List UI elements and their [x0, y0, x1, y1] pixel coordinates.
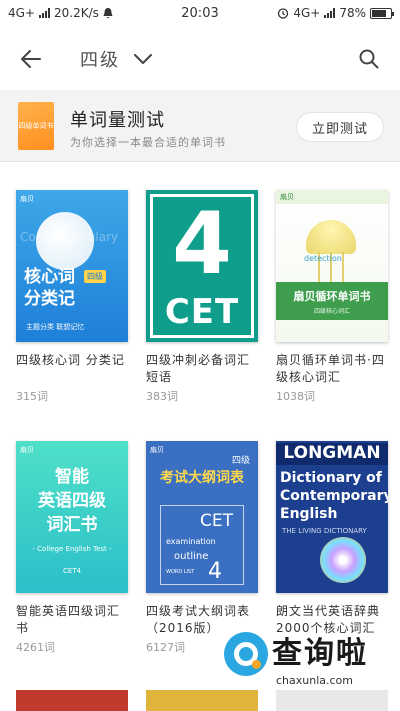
book-cover: 扇贝 Core Vocabulary 核心词 分类记 四级 主题分类 联想记忆: [16, 190, 128, 342]
cover-subtitle: 四级核心词汇: [313, 308, 350, 315]
page-title: 四级: [80, 50, 120, 71]
cover-main-text: 核心词 分类记: [24, 267, 75, 309]
cover-brand-tag: 扇贝: [150, 446, 164, 454]
vocab-test-subtitle: 为你选择一本最合适的单词书: [70, 136, 226, 149]
book-word-count: 4261词: [16, 641, 55, 654]
jellyfish-illustration: [306, 220, 356, 254]
level-selector[interactable]: 四级: [80, 44, 152, 74]
cover-level-badge: 四级: [84, 270, 106, 283]
cover-subtitle: - College English Test -: [32, 545, 112, 553]
book-card[interactable]: 扇贝 Core Vocabulary 核心词 分类记 四级 主题分类 联想记忆 …: [16, 190, 128, 404]
book-cover: 4 CET: [146, 190, 258, 342]
book-title: 四级冲刺必备词汇短语: [146, 353, 251, 384]
cover-brand: LONGMAN: [276, 443, 388, 465]
cover-level-badge: 四级: [231, 456, 250, 466]
network-type-right: 4G+: [293, 6, 321, 20]
book-title: 智能英语四级词汇书: [16, 604, 121, 635]
cover-level-number: 4: [208, 559, 222, 584]
book-title: 四级核心词 分类记: [16, 353, 125, 367]
vocab-test-thumbnail: 四级单词书: [18, 102, 54, 150]
vocab-test-thumbnail-text: 四级单词书: [18, 121, 54, 130]
signal-icon-right: [324, 8, 336, 18]
chevron-down-icon: [134, 54, 152, 64]
search-button[interactable]: [354, 44, 384, 74]
cover-brand-tag: 扇贝: [280, 193, 294, 201]
book-cover: 扇贝 detection 扇贝循环单词书 四级核心词汇: [276, 190, 388, 342]
search-icon: [359, 49, 379, 69]
watermark-logo-ring: [234, 642, 261, 669]
cover-level-number: 4: [172, 194, 232, 294]
cover-line-text: WORD LIST: [166, 569, 195, 575]
status-left: 4G+ 20.2K/s: [8, 6, 113, 20]
start-test-button[interactable]: 立即测试: [296, 112, 384, 142]
cover-cet-text: CET: [200, 511, 233, 531]
back-arrow-icon: [21, 50, 41, 68]
watermark-logo-dot: [252, 660, 261, 669]
cover-footer-text: 主题分类 联想记忆: [26, 323, 85, 331]
cover-word: detection: [304, 254, 342, 263]
book-title: 扇贝循环单词书·四级核心词汇: [276, 353, 385, 384]
book-cover: 扇贝 智能 英语四级 词汇书 - College English Test - …: [16, 441, 128, 593]
signal-icon: [39, 8, 50, 18]
book-card[interactable]: 扇贝 智能 英语四级 词汇书 - College English Test - …: [16, 441, 128, 655]
watermark: 查询啦 chaxunla.com: [224, 628, 394, 698]
cover-subtitle: THE LIVING DICTIONARY: [282, 527, 367, 535]
status-bar: 4G+ 20.2K/s 20:03 4G+ 78%: [0, 0, 400, 26]
battery-icon: [370, 7, 394, 19]
cover-brand-tag: 扇贝: [20, 446, 34, 454]
book-card[interactable]: 扇贝 detection 扇贝循环单词书 四级核心词汇 扇贝循环单词书·四级核心…: [276, 190, 388, 404]
book-cover-partial[interactable]: [16, 690, 128, 711]
jellyfish-tentacle: [342, 252, 344, 282]
cd-disc-illustration: [320, 537, 366, 583]
cover-level-text: CET4: [62, 567, 82, 575]
cover-line-text: examination: [166, 537, 216, 546]
cover-cet-text: CET: [164, 292, 240, 332]
cover-line-text: outline: [174, 551, 209, 562]
book-card[interactable]: 4 CET 四级冲刺必备词汇短语 383词: [146, 190, 258, 404]
top-bar: 四级: [0, 26, 400, 90]
book-word-count: 315词: [16, 390, 48, 403]
watermark-url: chaxunla.com: [276, 674, 353, 687]
book-card[interactable]: LONGMAN Dictionary of Contemporary Engli…: [276, 441, 388, 639]
status-right: 4G+ 78%: [277, 6, 394, 20]
back-button[interactable]: [16, 44, 46, 74]
network-type: 4G+: [8, 6, 35, 20]
book-card[interactable]: 扇贝 四级 考试大纲词表 CET examination outline WOR…: [146, 441, 258, 655]
cover-title: Dictionary of Contemporary English: [280, 470, 388, 522]
network-speed: 20.2K/s: [54, 6, 99, 20]
book-cover: 扇贝 四级 考试大纲词表 CET examination outline WOR…: [146, 441, 258, 593]
book-word-count: 383词: [146, 390, 178, 403]
cover-main-text: 智能 英语四级 词汇书: [38, 467, 106, 535]
vocab-test-banner[interactable]: 四级单词书 单词量测试 为你选择一本最合适的单词书 立即测试: [0, 90, 400, 162]
cover-title: 考试大纲词表: [160, 470, 244, 486]
book-word-count: 1038词: [276, 390, 315, 403]
battery-fill: [372, 9, 387, 17]
alarm-icon: [278, 8, 289, 19]
watermark-logo-icon: [224, 632, 268, 676]
cover-title: 扇贝循环单词书: [293, 290, 371, 303]
watermark-text: 查询啦: [272, 636, 368, 671]
vocab-test-title: 单词量测试: [70, 110, 165, 131]
cover-brand-tag: 扇贝: [20, 195, 34, 203]
battery-percent: 78%: [339, 6, 366, 20]
book-cover: LONGMAN Dictionary of Contemporary Engli…: [276, 441, 388, 593]
cover-ghost-text: Core Vocabulary: [20, 230, 119, 244]
notification-bell-icon: [103, 7, 113, 18]
